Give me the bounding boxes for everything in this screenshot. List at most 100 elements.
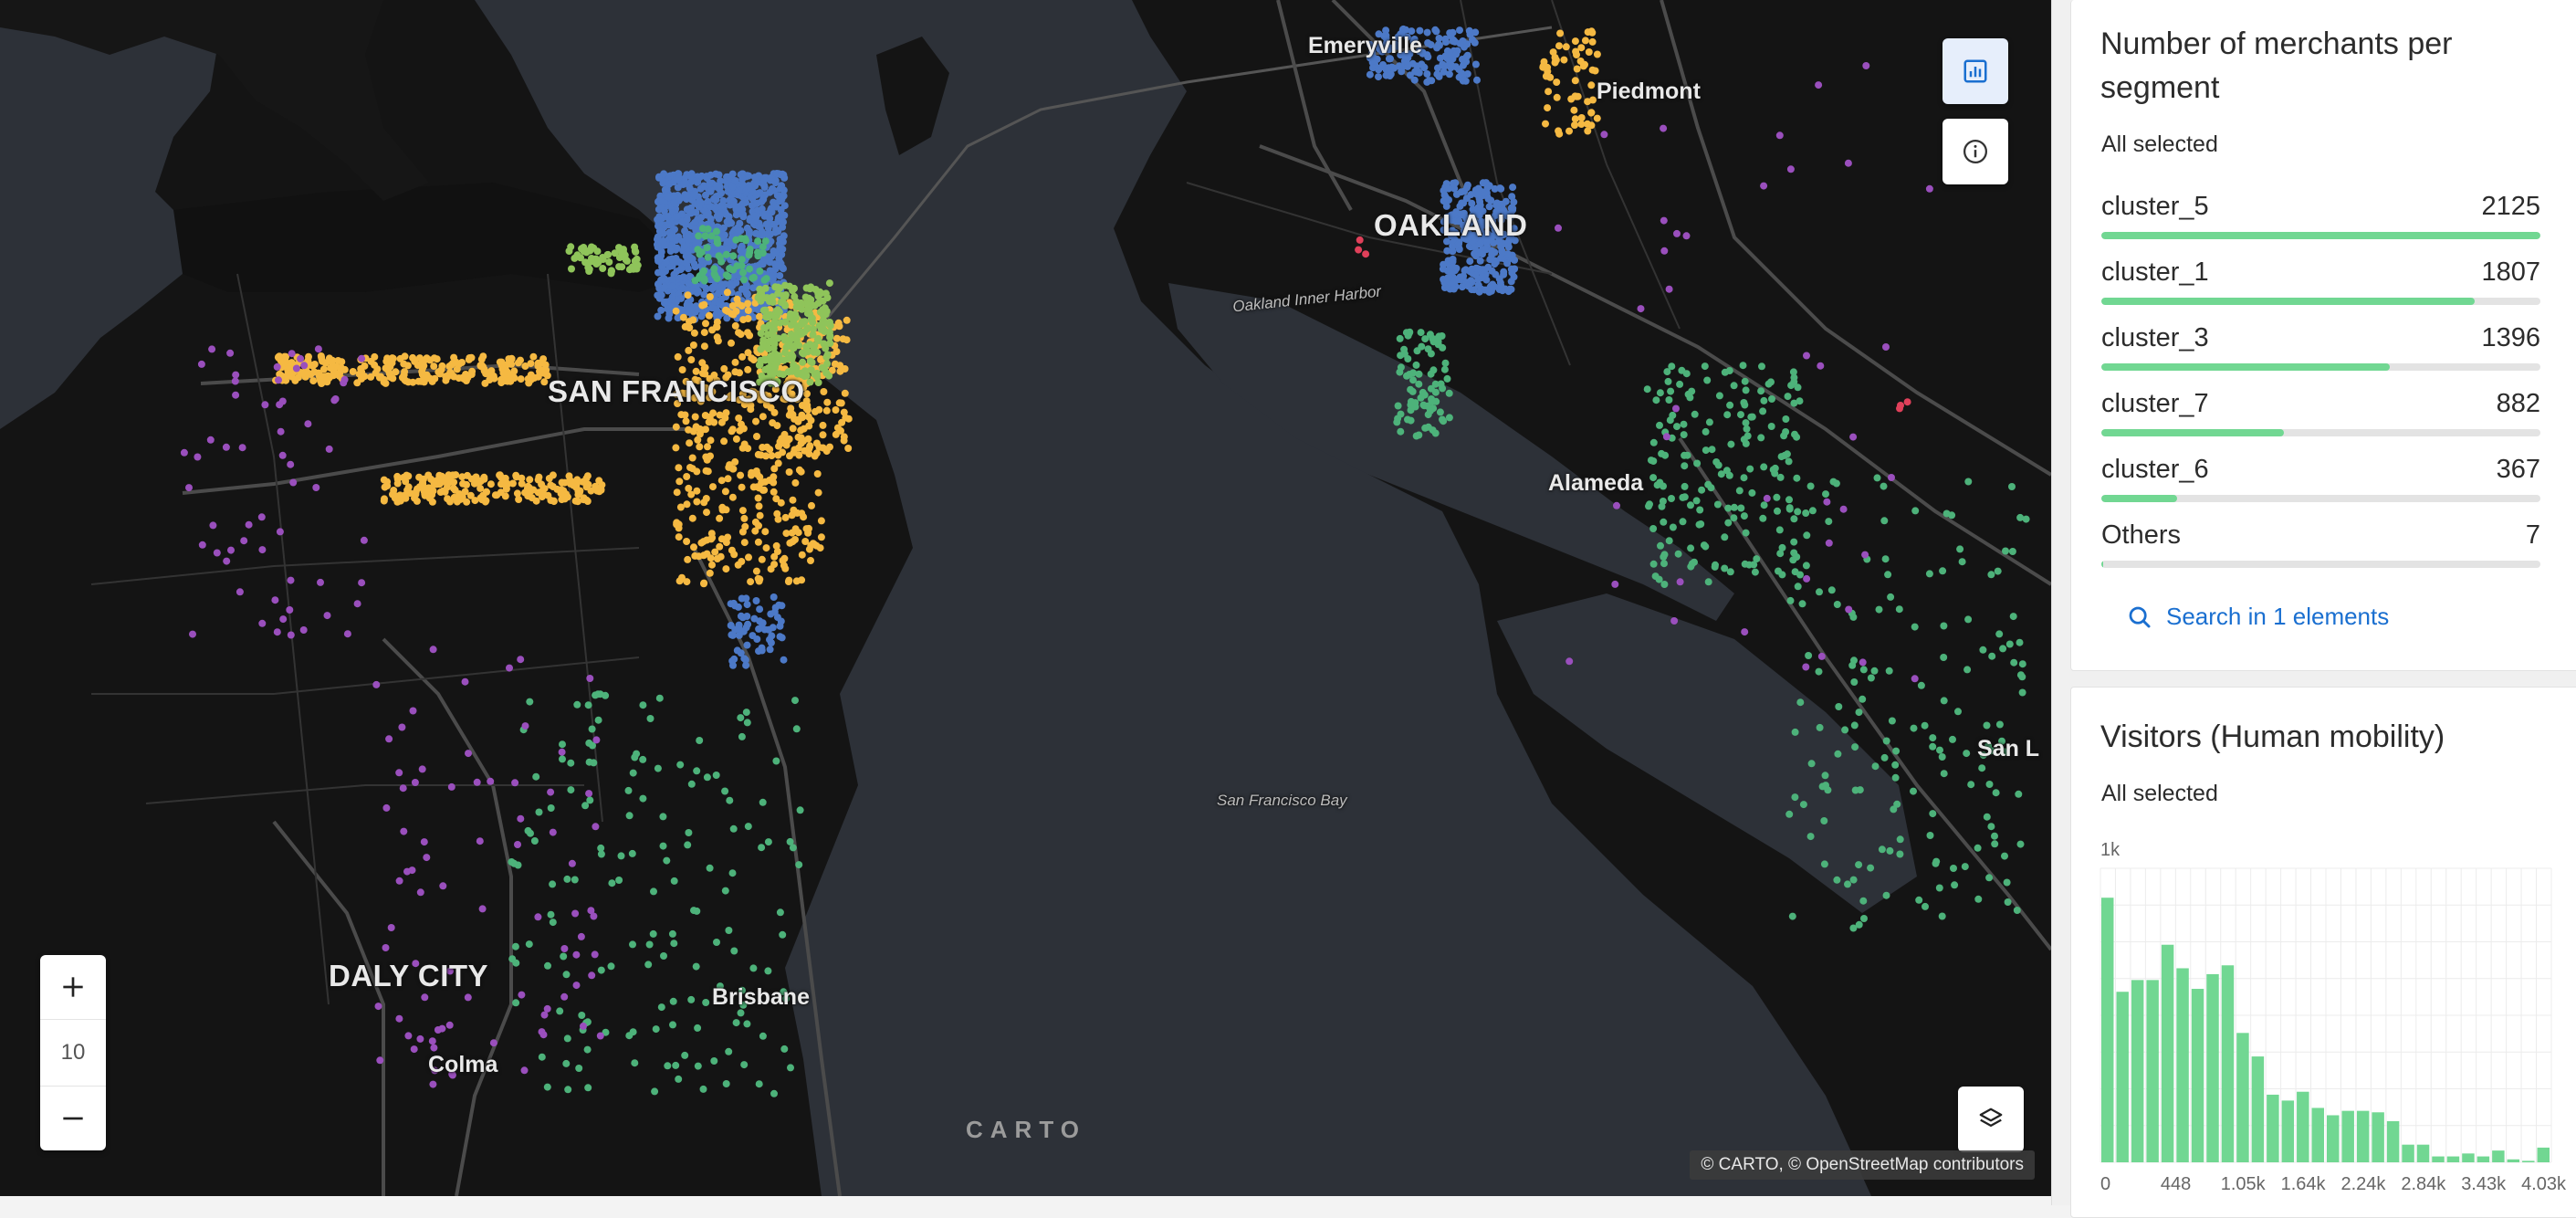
map-canvas[interactable]: Emeryville Piedmont OAKLAND Oakland Inne… <box>0 0 2051 1196</box>
merchant-point <box>672 1061 680 1069</box>
histogram-bar[interactable] <box>2372 1112 2384 1162</box>
category-label: cluster_1 <box>2101 257 2209 287</box>
histogram-bar[interactable] <box>2221 965 2235 1162</box>
merchant-point <box>1737 504 1745 512</box>
histogram-bar[interactable] <box>2251 1056 2265 1162</box>
category-row[interactable]: Others 7 <box>2101 520 2540 572</box>
category-row[interactable]: cluster_3 1396 <box>2101 323 2540 374</box>
merchant-point <box>678 284 686 292</box>
merchant-point <box>789 496 797 504</box>
merchant-point <box>240 537 248 545</box>
merchant-point <box>1859 666 1868 674</box>
merchant-point <box>693 907 701 915</box>
merchant-point <box>318 380 326 387</box>
category-row[interactable]: cluster_1 1807 <box>2101 257 2540 309</box>
zoom-out-button[interactable] <box>40 1087 106 1150</box>
merchant-point <box>343 630 351 638</box>
merchant-point <box>795 466 803 474</box>
merchant-point <box>706 179 714 187</box>
merchant-point <box>393 475 402 483</box>
histogram-bar[interactable] <box>2311 1108 2324 1162</box>
merchant-point <box>758 555 766 563</box>
histogram-bar[interactable] <box>2267 1094 2279 1162</box>
histogram-bar[interactable] <box>2492 1150 2505 1162</box>
histogram-bar[interactable] <box>2161 944 2174 1162</box>
category-row[interactable]: cluster_6 367 <box>2101 455 2540 506</box>
merchant-point <box>698 359 707 367</box>
merchant-point <box>231 377 239 385</box>
merchant-point <box>521 362 529 370</box>
category-bar-track <box>2101 495 2540 502</box>
category-row[interactable]: cluster_5 2125 <box>2101 192 2540 243</box>
histogram-bar[interactable] <box>2236 1033 2249 1162</box>
merchant-point <box>1763 494 1771 502</box>
map-attribution[interactable]: © CARTO, © OpenStreetMap contributors <box>1690 1150 2035 1180</box>
merchant-point <box>1896 850 1904 858</box>
merchant-point <box>597 966 605 974</box>
histogram-bar[interactable] <box>2116 992 2129 1162</box>
place-label: San L <box>1977 736 2040 761</box>
histogram-bar[interactable] <box>2176 968 2189 1162</box>
merchant-point <box>387 924 395 931</box>
zoom-in-button[interactable] <box>40 955 106 1019</box>
histogram-bar[interactable] <box>2281 1100 2295 1162</box>
search-elements-link[interactable]: Search in 1 elements <box>2126 603 2389 631</box>
histogram-bar[interactable] <box>2432 1156 2445 1162</box>
merchant-point <box>628 849 636 857</box>
merchant-point <box>1786 596 1795 604</box>
merchant-point <box>815 405 823 414</box>
merchant-point <box>696 443 704 451</box>
histogram-bar[interactable] <box>2131 980 2144 1162</box>
merchant-point <box>1502 197 1510 205</box>
merchant-point <box>1991 840 1999 848</box>
merchant-point <box>1565 657 1574 666</box>
histogram-bar[interactable] <box>2537 1147 2550 1162</box>
merchant-point <box>1951 881 1959 889</box>
visitors-histogram[interactable]: 1k 0 448 1.05k 1.64k 2.24k 2.84k 3.43k 4.03k <box>2071 688 2576 1217</box>
histogram-bar[interactable] <box>2402 1144 2414 1162</box>
place-label: San Francisco Bay <box>1217 792 1347 809</box>
merchant-point <box>1740 512 1748 520</box>
info-button[interactable] <box>1942 119 2008 184</box>
merchant-point <box>711 196 719 205</box>
merchant-point <box>1553 79 1561 86</box>
histogram-bar[interactable] <box>2416 1144 2430 1162</box>
search-link-label: Search in 1 elements <box>2166 603 2390 630</box>
histogram-bar[interactable] <box>2356 1110 2370 1162</box>
layers-button[interactable] <box>1958 1087 2024 1152</box>
merchant-point <box>510 367 518 375</box>
histogram-bar[interactable] <box>2522 1160 2535 1162</box>
merchant-point <box>659 269 666 278</box>
merchant-point <box>226 349 235 357</box>
histogram-bar[interactable] <box>2146 980 2159 1162</box>
category-label: cluster_6 <box>2101 455 2209 484</box>
merchant-point <box>717 552 725 561</box>
histogram-bar[interactable] <box>2446 1156 2460 1162</box>
histogram-bar[interactable] <box>2507 1159 2520 1162</box>
merchant-point <box>723 237 731 246</box>
merchant-point <box>633 255 641 263</box>
category-row[interactable]: cluster_7 882 <box>2101 389 2540 440</box>
histogram-bar[interactable] <box>2191 989 2204 1162</box>
merchant-point <box>1806 833 1815 841</box>
merchant-point <box>429 487 437 495</box>
histogram-bar[interactable] <box>2462 1153 2475 1162</box>
merchant-point <box>756 575 764 583</box>
histogram-bar[interactable] <box>2206 973 2219 1162</box>
histogram-bar[interactable] <box>2101 898 2114 1162</box>
histogram-bar[interactable] <box>2477 1156 2490 1162</box>
merchant-point <box>660 952 667 960</box>
histogram-bar[interactable] <box>2386 1120 2400 1162</box>
histogram-bar[interactable] <box>2327 1115 2340 1162</box>
merchant-point <box>670 199 678 207</box>
merchant-point <box>780 202 789 210</box>
widgets-toggle-button[interactable] <box>1942 38 2008 104</box>
histogram-bar[interactable] <box>2341 1110 2354 1162</box>
merchant-point <box>743 641 751 649</box>
merchant-point <box>1474 281 1482 289</box>
histogram-bar[interactable] <box>2297 1091 2309 1162</box>
merchant-point <box>725 927 733 934</box>
merchant-point <box>664 1062 672 1070</box>
merchant-point <box>755 625 763 633</box>
merchant-point <box>743 1020 751 1028</box>
